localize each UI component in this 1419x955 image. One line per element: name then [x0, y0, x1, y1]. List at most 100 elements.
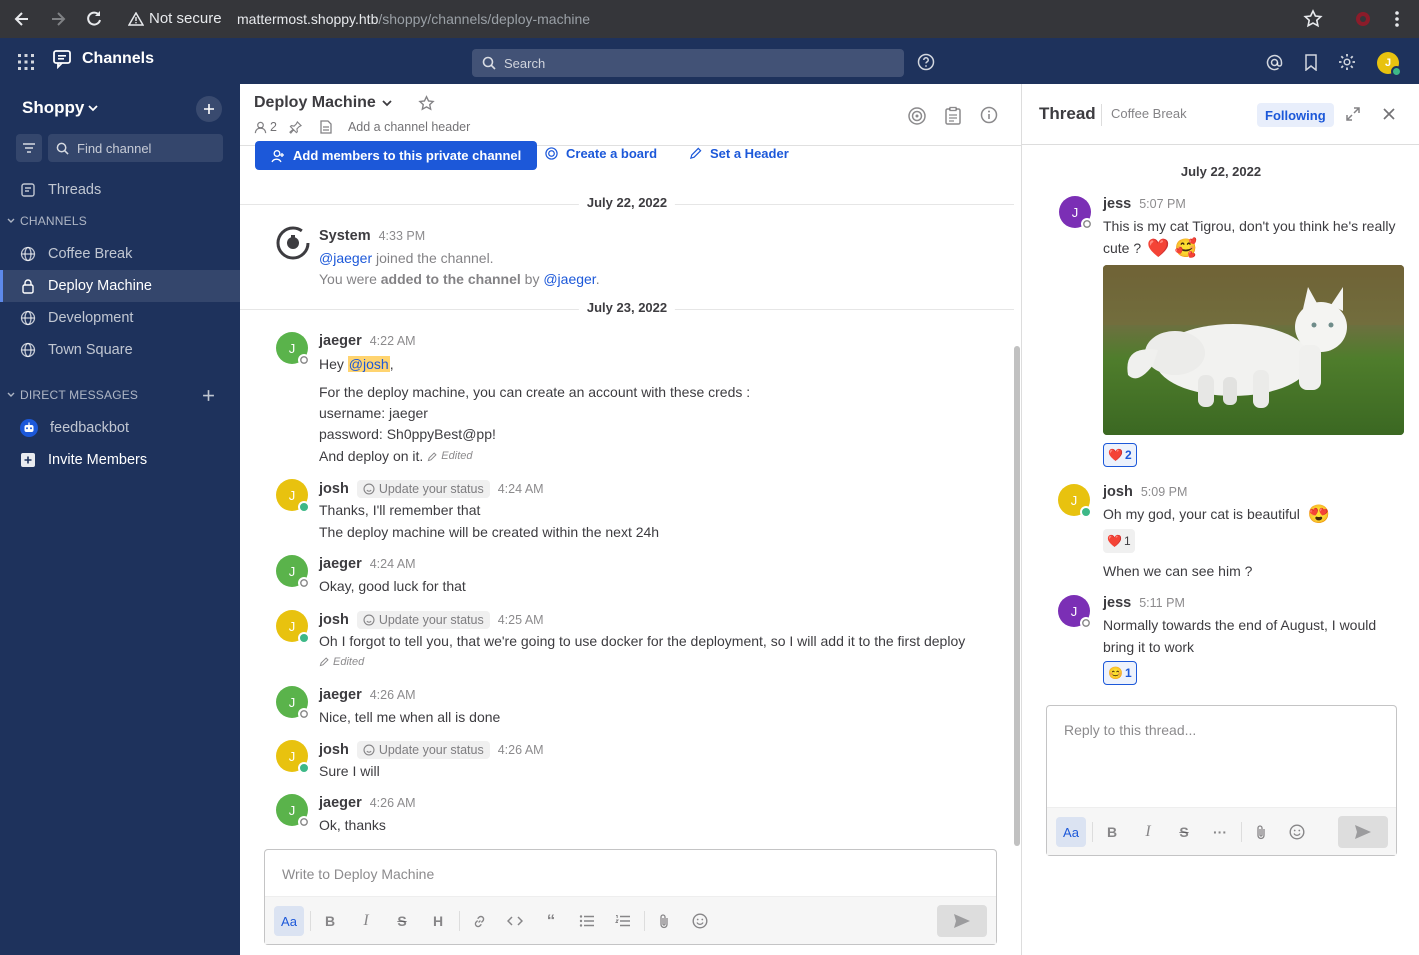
avatar[interactable]: J [276, 332, 310, 366]
post-time[interactable]: 4:24 AM [498, 482, 544, 496]
update-status-button[interactable]: Update your status [356, 741, 490, 759]
add-dm-icon[interactable] [202, 389, 215, 402]
expand-icon[interactable] [1345, 106, 1361, 122]
extension-icon[interactable] [1353, 9, 1373, 29]
post-author[interactable]: josh [319, 612, 349, 628]
quote-icon[interactable]: “ [539, 909, 563, 933]
post-time[interactable]: 4:22 AM [370, 334, 416, 348]
team-menu[interactable]: Shoppy [22, 98, 98, 118]
invite-members-button[interactable]: Invite Members [0, 444, 240, 476]
post-author[interactable]: jess [1103, 595, 1131, 611]
sidebar-item-threads[interactable]: Threads [0, 174, 240, 206]
sidebar-item-town-square[interactable]: Town Square [0, 334, 240, 366]
add-channel-button[interactable] [196, 96, 222, 122]
forward-arrow-icon[interactable] [48, 9, 68, 29]
post-author[interactable]: jaeger [319, 795, 362, 811]
settings-gear-icon[interactable] [1338, 53, 1356, 71]
post-time[interactable]: 4:24 AM [370, 557, 416, 571]
avatar[interactable]: J [1059, 196, 1093, 230]
post-author[interactable]: System [319, 228, 371, 244]
bookmark-star-icon[interactable] [1303, 9, 1323, 29]
post-author[interactable]: jaeger [319, 556, 362, 572]
find-channel-button[interactable]: Find channel [48, 134, 223, 162]
send-button[interactable] [937, 905, 987, 937]
filter-unreads-button[interactable] [16, 134, 42, 162]
avatar[interactable]: J [1058, 595, 1092, 629]
sidebar-item-deploy-machine[interactable]: Deploy Machine [0, 270, 240, 302]
post-author[interactable]: josh [319, 481, 349, 497]
post-time[interactable]: 4:26 AM [370, 688, 416, 702]
reaction-blush[interactable]: 😊 1 [1103, 661, 1137, 685]
address-bar[interactable]: mattermost.shoppy.htb/shoppy/channels/de… [237, 11, 590, 27]
pin-icon[interactable] [289, 120, 302, 134]
cat-photo[interactable] [1103, 265, 1404, 435]
files-icon[interactable] [320, 120, 332, 134]
formatting-toggle-button[interactable]: Aa [274, 906, 304, 936]
avatar[interactable]: J [1058, 484, 1092, 518]
reaction-heart[interactable]: ❤️ 1 [1103, 529, 1135, 553]
browser-menu-icon[interactable] [1387, 9, 1407, 29]
add-members-button[interactable]: Add members to this private channel [255, 141, 538, 170]
avatar[interactable]: J [276, 740, 310, 774]
post-author[interactable]: jaeger [319, 333, 362, 349]
numbered-list-icon[interactable] [611, 909, 635, 933]
direct-messages-section-header[interactable]: DIRECT MESSAGES [6, 388, 138, 402]
reaction-heart[interactable]: ❤️ 2 [1103, 443, 1137, 467]
user-mention[interactable]: @jaeger [319, 250, 372, 266]
sidebar-item-coffee-break[interactable]: Coffee Break [0, 238, 240, 270]
send-button[interactable] [1338, 816, 1388, 848]
post-author[interactable]: jaeger [319, 687, 362, 703]
avatar[interactable]: J [276, 794, 310, 828]
reply-placeholder[interactable]: Reply to this thread... [1064, 722, 1196, 738]
italic-icon[interactable]: I [354, 909, 378, 933]
avatar[interactable]: J [276, 555, 310, 589]
info-icon[interactable] [980, 106, 998, 124]
thread-channel-link[interactable]: Coffee Break [1111, 106, 1187, 121]
post-author[interactable]: jess [1103, 196, 1131, 212]
boards-icon[interactable] [944, 106, 962, 126]
emoji-picker-icon[interactable] [1285, 820, 1309, 844]
product-switcher[interactable]: Channels [52, 49, 154, 69]
reload-icon[interactable] [84, 9, 104, 29]
channel-header-placeholder[interactable]: Add a channel header [348, 120, 470, 134]
post-time[interactable]: 4:33 PM [379, 229, 426, 243]
user-mention[interactable]: @jaeger [543, 271, 595, 287]
search-box[interactable]: Search [472, 49, 904, 77]
bold-icon[interactable]: B [1100, 820, 1124, 844]
following-button[interactable]: Following [1257, 103, 1334, 127]
user-mention[interactable]: @josh [347, 356, 390, 372]
strikethrough-icon[interactable]: S [390, 909, 414, 933]
sidebar-item-feedbackbot[interactable]: feedbackbot [0, 412, 240, 444]
channels-section-header[interactable]: CHANNELS [6, 214, 87, 228]
set-header-button[interactable]: Set a Header [689, 146, 789, 161]
post-author[interactable]: josh [319, 742, 349, 758]
message-composer[interactable]: Write to Deploy Machine Aa B I S H “ [264, 849, 997, 945]
post-time[interactable]: 4:25 AM [498, 613, 544, 627]
channel-name-menu[interactable]: Deploy Machine [254, 94, 435, 112]
bulleted-list-icon[interactable] [575, 909, 599, 933]
user-avatar[interactable]: J [1377, 52, 1402, 77]
avatar[interactable]: J [276, 610, 310, 644]
avatar[interactable]: J [276, 686, 310, 720]
attachment-icon[interactable] [1249, 820, 1273, 844]
update-status-button[interactable]: Update your status [356, 611, 490, 629]
bold-icon[interactable]: B [318, 909, 342, 933]
close-icon[interactable] [1382, 107, 1396, 121]
sidebar-item-development[interactable]: Development [0, 302, 240, 334]
back-arrow-icon[interactable] [12, 9, 32, 29]
heading-icon[interactable]: H [426, 909, 450, 933]
avatar[interactable]: J [276, 479, 310, 513]
favorite-star-icon[interactable] [418, 94, 435, 112]
help-icon[interactable] [917, 53, 935, 71]
call-icon[interactable] [907, 106, 927, 126]
link-icon[interactable] [467, 909, 491, 933]
channel-scrollbar[interactable] [1014, 346, 1020, 846]
thread-reply-composer[interactable]: Reply to this thread... Aa B I S ··· [1046, 705, 1397, 856]
strikethrough-icon[interactable]: S [1172, 820, 1196, 844]
saved-messages-icon[interactable] [1304, 54, 1318, 71]
emoji-picker-icon[interactable] [688, 909, 712, 933]
attachment-icon[interactable] [652, 909, 676, 933]
product-menu-icon[interactable] [17, 53, 35, 71]
mentions-icon[interactable] [1266, 54, 1283, 71]
code-icon[interactable] [503, 909, 527, 933]
